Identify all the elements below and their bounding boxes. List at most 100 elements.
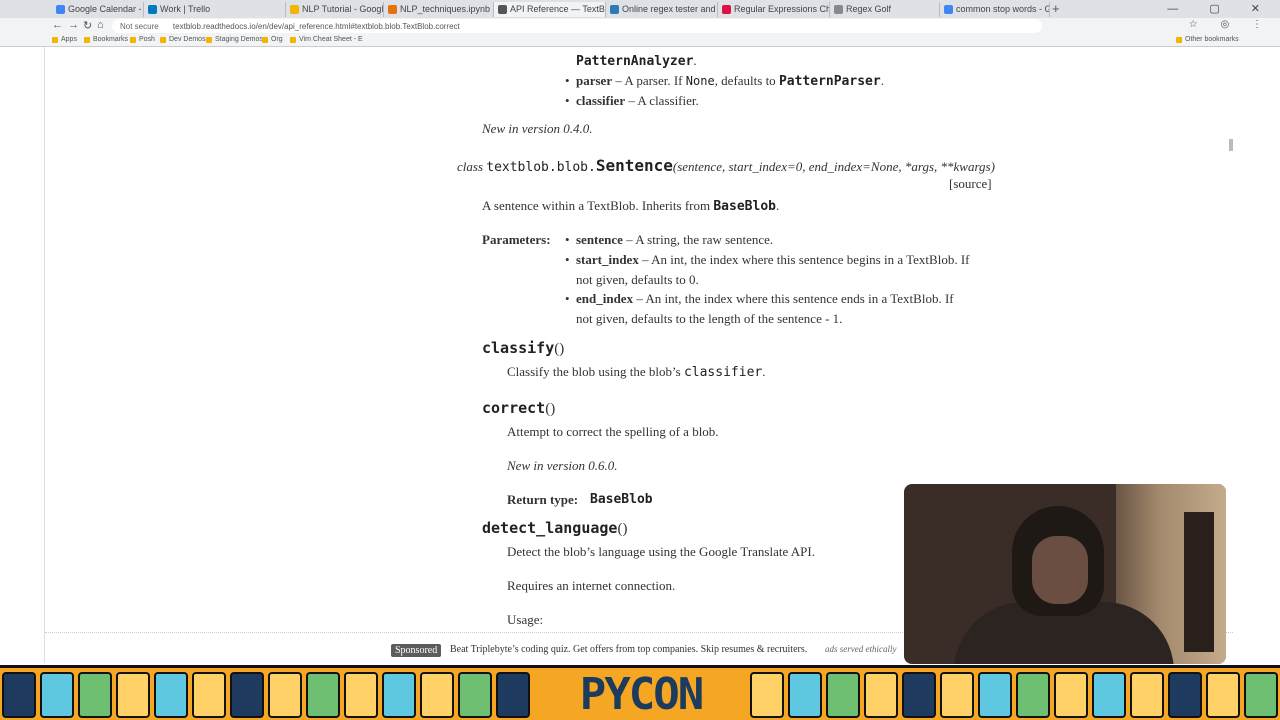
robot-icon-2 — [1206, 672, 1240, 718]
usage-label: Usage: — [507, 612, 544, 627]
stripes-icon-2 — [1130, 672, 1164, 718]
tab-colab[interactable]: NLP_techniques.ipynb - Colabora — [384, 2, 494, 17]
bookmark-org[interactable]: Org — [262, 36, 283, 43]
browser-tab-strip: Google Calendar - May 2020 Work | Trello… — [0, 0, 1280, 18]
method-correct[interactable]: correct() — [482, 399, 555, 418]
trello-icon — [148, 5, 157, 14]
diamond-icon-2 — [1092, 672, 1126, 718]
conference-banner: PYCON 2020 — [0, 665, 1280, 720]
webcam-overlay — [904, 484, 1226, 664]
google-icon — [944, 5, 953, 14]
webcam-person-face — [1032, 536, 1088, 604]
laurel-icon-2 — [1054, 672, 1088, 718]
pipes-icon — [192, 672, 226, 718]
tab-regex-tester[interactable]: Online regex tester and debugg — [606, 2, 718, 17]
tab-google-calendar[interactable]: Google Calendar - May 2020 — [52, 2, 144, 17]
tab-regex-golf[interactable]: Regex Golf — [830, 2, 940, 17]
pattern-analyzer-code[interactable]: PatternAnalyzer. — [576, 53, 697, 69]
url-text: textblob.readthedocs.io/en/dev/api_refer… — [172, 22, 460, 31]
param-end-index: end_index – An int, the index where this… — [565, 291, 954, 307]
param-end-index-cont: not given, defaults to the length of the… — [576, 311, 843, 326]
correct-description: Attempt to correct the spelling of a blo… — [507, 424, 719, 439]
ads-ethical-link[interactable]: ads served ethically — [825, 644, 896, 654]
feather-icon — [344, 672, 378, 718]
new-tab-button[interactable]: + — [1052, 1, 1060, 16]
docs-icon — [498, 5, 507, 14]
regex-icon — [610, 5, 619, 14]
snake-icon-2 — [496, 672, 530, 718]
mountain-icon — [78, 672, 112, 718]
class-description: A sentence within a TextBlob. Inherits f… — [482, 198, 780, 214]
wrench-icon — [306, 672, 340, 718]
golf-icon — [834, 5, 843, 14]
param-sentence: sentence – A string, the raw sentence. — [565, 232, 773, 248]
parameters-label: Parameters: — [482, 232, 551, 247]
arch-icon — [458, 672, 492, 718]
tab-regex-cheatsheet[interactable]: Regular Expressions Cheat Sheet — [718, 2, 830, 17]
class-signature: class textblob.blob.Sentence(sentence, s… — [457, 156, 995, 175]
version-note-040: New in version 0.4.0. — [482, 121, 593, 136]
param-start-index-cont: not given, defaults to 0. — [576, 272, 699, 287]
stripes-icon — [420, 672, 454, 718]
bookmark-vim-cheat-sheet[interactable]: Vim Cheat Sheet - E — [290, 36, 363, 43]
source-link[interactable]: [source] — [949, 176, 992, 192]
snake-icon — [40, 672, 74, 718]
toolbar-right-icons[interactable]: ☆ ◎ ⋮ — [1189, 19, 1272, 30]
diamond-icon — [154, 672, 188, 718]
method-classify[interactable]: classify() — [482, 339, 564, 358]
window-icon — [864, 672, 898, 718]
bookmark-other[interactable]: Other bookmarks — [1176, 36, 1239, 43]
terminal-prompt-icon-2 — [978, 672, 1012, 718]
scroll-thumb[interactable] — [1229, 139, 1233, 151]
bookmark-bookmarks[interactable]: Bookmarks — [84, 36, 128, 43]
dollar-prompt-icon — [940, 672, 974, 718]
window-controls[interactable]: — ▢ ✕ — [1167, 2, 1274, 15]
cheatsheet-icon — [722, 5, 731, 14]
robot-icon — [230, 672, 264, 718]
home-icon[interactable]: ⌂ — [97, 19, 104, 31]
webcam-background-door — [1184, 512, 1214, 652]
tab-trello[interactable]: Work | Trello — [144, 2, 286, 17]
return-type-value[interactable]: BaseBlob — [590, 492, 653, 507]
laurel-icon — [116, 672, 150, 718]
param-parser: parser – A parser. If None, defaults to … — [565, 73, 884, 89]
page-scrollbar[interactable] — [1228, 47, 1234, 637]
tab-textblob-api[interactable]: API Reference — TextBlob 0.1 — [494, 2, 606, 17]
param-classifier: classifier – A classifier. — [565, 93, 699, 109]
tab-google-slides[interactable]: NLP Tutorial - Google Slides — [286, 2, 384, 17]
ad-link[interactable]: Beat Triplebyte’s coding quiz. Get offer… — [450, 644, 807, 655]
bookmark-apps[interactable]: Apps — [52, 36, 77, 43]
pycon-2020-logo: PYCON 2020 — [536, 670, 746, 720]
url-bar[interactable]: Not secure textblob.readthedocs.io/en/de… — [112, 19, 1042, 33]
tab-google-search[interactable]: common stop words - Google S — [940, 2, 1050, 17]
requires-note: Requires an internet connection. — [507, 578, 676, 593]
baseblob-link[interactable]: BaseBlob — [713, 199, 776, 214]
grid-icon — [750, 672, 784, 718]
back-arrow-icon[interactable]: ← — [52, 19, 63, 31]
classify-description: Classify the blob using the blob’s class… — [507, 364, 766, 380]
not-secure-label: Not secure — [120, 22, 159, 31]
slash-icon — [902, 672, 936, 718]
colab-icon — [388, 5, 397, 14]
pipes-icon-3 — [1168, 672, 1202, 718]
return-type-label: Return type: — [507, 492, 579, 507]
bookmark-posh[interactable]: Posh — [130, 36, 155, 43]
terminal-prompt-icon — [2, 672, 36, 718]
forward-arrow-icon[interactable]: → — [68, 19, 79, 31]
bookmark-staging-demos[interactable]: Staging Demos — [206, 36, 263, 43]
class-name: Sentence — [595, 156, 673, 175]
snake-icon-3 — [1244, 672, 1278, 718]
mountain-icon-2 — [1016, 672, 1050, 718]
address-toolbar: ← → ↻ ⌂ Not secure textblob.readthedocs.… — [0, 18, 1280, 34]
pipes-icon-2 — [826, 672, 860, 718]
version-note-060: New in version 0.6.0. — [507, 458, 618, 473]
method-detect-language[interactable]: detect_language() — [482, 519, 627, 538]
bookmarks-bar: Apps Bookmarks Posh Dev Demos Staging De… — [0, 34, 1280, 47]
reload-icon[interactable]: ↻ — [83, 19, 92, 32]
bridge-icon-2 — [788, 672, 822, 718]
keyboard-icon — [268, 672, 302, 718]
param-start-index: start_index – An int, the index where th… — [565, 252, 969, 268]
bookmark-dev-demos[interactable]: Dev Demos — [160, 36, 206, 43]
calendar-icon — [56, 5, 65, 14]
detect-language-description: Detect the blob’s language using the Goo… — [507, 544, 815, 559]
